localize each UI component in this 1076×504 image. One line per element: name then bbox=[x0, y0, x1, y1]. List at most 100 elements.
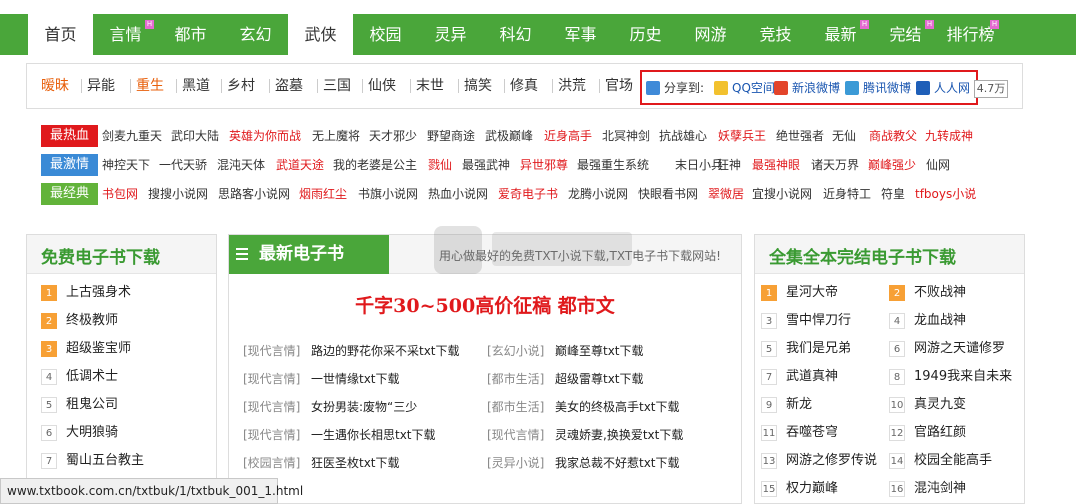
book-link[interactable]: 星河大帝 bbox=[786, 285, 838, 301]
book-link[interactable]: 我们是兄弟 bbox=[786, 341, 851, 357]
book-link[interactable]: 官路红颜 bbox=[914, 425, 966, 441]
book-link[interactable]: 龙腾小说网 bbox=[568, 186, 628, 202]
tag-link[interactable]: 官场 bbox=[605, 77, 633, 95]
weibo-icon[interactable] bbox=[774, 81, 788, 95]
nav-item[interactable]: 都市 bbox=[158, 14, 223, 55]
book-link[interactable]: 租鬼公司 bbox=[66, 397, 118, 413]
tag-link[interactable]: 洪荒 bbox=[558, 77, 586, 95]
tag-link[interactable]: 重生 bbox=[136, 77, 164, 95]
book-link[interactable]: 末日小兵 bbox=[675, 157, 723, 173]
book-link[interactable]: 妖孽兵王 bbox=[718, 128, 766, 144]
book-link[interactable]: 1949我来自未来 bbox=[914, 369, 1012, 385]
book-link[interactable]: 最强神眼 bbox=[752, 157, 800, 173]
book-link[interactable]: 天才邪少 bbox=[369, 128, 417, 144]
nav-item[interactable]: 校园 bbox=[353, 14, 418, 55]
tag-link[interactable]: 三国 bbox=[323, 77, 351, 95]
book-link[interactable]: 武极巅峰 bbox=[485, 128, 533, 144]
tag-link[interactable]: 暧昧 bbox=[41, 77, 69, 95]
book-category[interactable]: [现代言情] bbox=[243, 427, 300, 443]
book-link[interactable]: 九转成神 bbox=[925, 128, 973, 144]
book-link[interactable]: 吞噬苍穹 bbox=[786, 425, 838, 441]
qzone-icon[interactable] bbox=[714, 81, 728, 95]
nav-item[interactable]: 竞技 bbox=[743, 14, 808, 55]
nav-item[interactable]: 历史 bbox=[613, 14, 678, 55]
promo-banner[interactable]: 千字30~500高价征稿 都市文 bbox=[229, 291, 741, 318]
nav-item[interactable]: 玄幻 bbox=[223, 14, 288, 55]
share-plus-icon[interactable] bbox=[646, 81, 660, 95]
book-category[interactable]: [都市生活] bbox=[487, 399, 544, 415]
book-link[interactable]: 快眼看书网 bbox=[638, 186, 698, 202]
book-link[interactable]: 诸天万界 bbox=[811, 157, 859, 173]
book-link[interactable]: 英雄为你而战 bbox=[229, 128, 301, 144]
nav-item[interactable]: 武侠 bbox=[288, 14, 353, 55]
book-link[interactable]: 终极教师 bbox=[66, 313, 118, 329]
book-link[interactable]: 戮仙 bbox=[428, 157, 452, 173]
book-link[interactable]: 搜搜小说网 bbox=[148, 186, 208, 202]
book-link[interactable]: tfboys小说 bbox=[915, 186, 976, 202]
book-link[interactable]: 近身特工 bbox=[823, 186, 871, 202]
book-link[interactable]: 狂医圣枚txt下载 bbox=[311, 455, 400, 471]
book-link[interactable]: 武道天途 bbox=[276, 157, 324, 173]
nav-item[interactable]: 首页 bbox=[28, 14, 93, 55]
book-link[interactable]: 真灵九变 bbox=[914, 397, 966, 413]
tag-link[interactable]: 搞笑 bbox=[464, 77, 492, 95]
book-link[interactable]: 抗战雄心 bbox=[659, 128, 707, 144]
book-link[interactable]: 仙网 bbox=[926, 157, 950, 173]
book-link[interactable]: 一代天骄 bbox=[159, 157, 207, 173]
book-category[interactable]: [校园言情] bbox=[243, 455, 300, 471]
book-link[interactable]: 剑麦九重天 bbox=[102, 128, 162, 144]
book-link[interactable]: 不败战神 bbox=[914, 285, 966, 301]
book-link[interactable]: 混沌天体 bbox=[217, 157, 265, 173]
book-link[interactable]: 绝世强者 bbox=[776, 128, 824, 144]
book-link[interactable]: 路边的野花你采不采txt下载 bbox=[311, 343, 460, 359]
book-link[interactable]: 低调术士 bbox=[66, 369, 118, 385]
nav-item[interactable]: 灵异 bbox=[418, 14, 483, 55]
book-link[interactable]: 武道真神 bbox=[786, 369, 838, 385]
book-link[interactable]: 最强重生系统 bbox=[577, 157, 649, 173]
book-category[interactable]: [都市生活] bbox=[487, 371, 544, 387]
book-link[interactable]: 书包网 bbox=[102, 186, 138, 202]
book-link[interactable]: 我的老婆是公主 bbox=[333, 157, 417, 173]
nav-item[interactable]: 科幻 bbox=[483, 14, 548, 55]
share-qzone[interactable]: QQ空间 bbox=[732, 80, 775, 96]
book-category[interactable]: [现代言情] bbox=[487, 427, 544, 443]
book-category[interactable]: [灵异小说] bbox=[487, 455, 544, 471]
book-link[interactable]: 灵魂娇妻,换换爱txt下载 bbox=[555, 427, 683, 443]
book-link[interactable]: 一世情缘txt下载 bbox=[311, 371, 400, 387]
book-category[interactable]: [现代言情] bbox=[243, 399, 300, 415]
book-link[interactable]: 近身高手 bbox=[544, 128, 592, 144]
tencent-weibo-icon[interactable] bbox=[845, 81, 859, 95]
book-link[interactable]: 巅峰强少 bbox=[868, 157, 916, 173]
book-link[interactable]: 女扮男装:废物“三少 bbox=[311, 399, 417, 415]
book-category[interactable]: [现代言情] bbox=[243, 371, 300, 387]
book-link[interactable]: 混沌剑神 bbox=[914, 481, 966, 497]
tag-link[interactable]: 盗墓 bbox=[275, 77, 303, 95]
nav-item[interactable]: 完结 H bbox=[873, 14, 938, 55]
book-link[interactable]: 武印大陆 bbox=[171, 128, 219, 144]
book-link[interactable]: 狂神 bbox=[717, 157, 741, 173]
book-link[interactable]: 无上魔将 bbox=[312, 128, 360, 144]
nav-item[interactable]: 军事 bbox=[548, 14, 613, 55]
book-link[interactable]: 思路客小说网 bbox=[218, 186, 290, 202]
book-link[interactable]: 无仙 bbox=[832, 128, 856, 144]
book-link[interactable]: 神控天下 bbox=[102, 157, 150, 173]
book-link[interactable]: 上古强身术 bbox=[66, 285, 131, 301]
book-link[interactable]: 翠微居 bbox=[708, 186, 744, 202]
tag-link[interactable]: 末世 bbox=[416, 77, 444, 95]
book-link[interactable]: 蜀山五台教主 bbox=[66, 453, 144, 469]
tag-link[interactable]: 异能 bbox=[87, 77, 115, 95]
book-link[interactable]: 巅峰至尊txt下载 bbox=[555, 343, 644, 359]
book-link[interactable]: 我家总裁不好惹txt下载 bbox=[555, 455, 680, 471]
book-link[interactable]: 大明狼骑 bbox=[66, 425, 118, 441]
book-link[interactable]: 最强武神 bbox=[462, 157, 510, 173]
book-link[interactable]: 网游之修罗传说 bbox=[786, 453, 877, 469]
book-link[interactable]: 新龙 bbox=[786, 397, 812, 413]
tag-link[interactable]: 乡村 bbox=[227, 77, 255, 95]
book-link[interactable]: 野望商途 bbox=[427, 128, 475, 144]
book-link[interactable]: 美女的终极高手txt下载 bbox=[555, 399, 680, 415]
book-link[interactable]: 超级鉴宝师 bbox=[66, 341, 131, 357]
book-link[interactable]: 宜搜小说网 bbox=[752, 186, 812, 202]
share-weibo[interactable]: 新浪微博 bbox=[792, 80, 840, 96]
tag-link[interactable]: 仙侠 bbox=[368, 77, 396, 95]
tag-link[interactable]: 修真 bbox=[510, 77, 538, 95]
